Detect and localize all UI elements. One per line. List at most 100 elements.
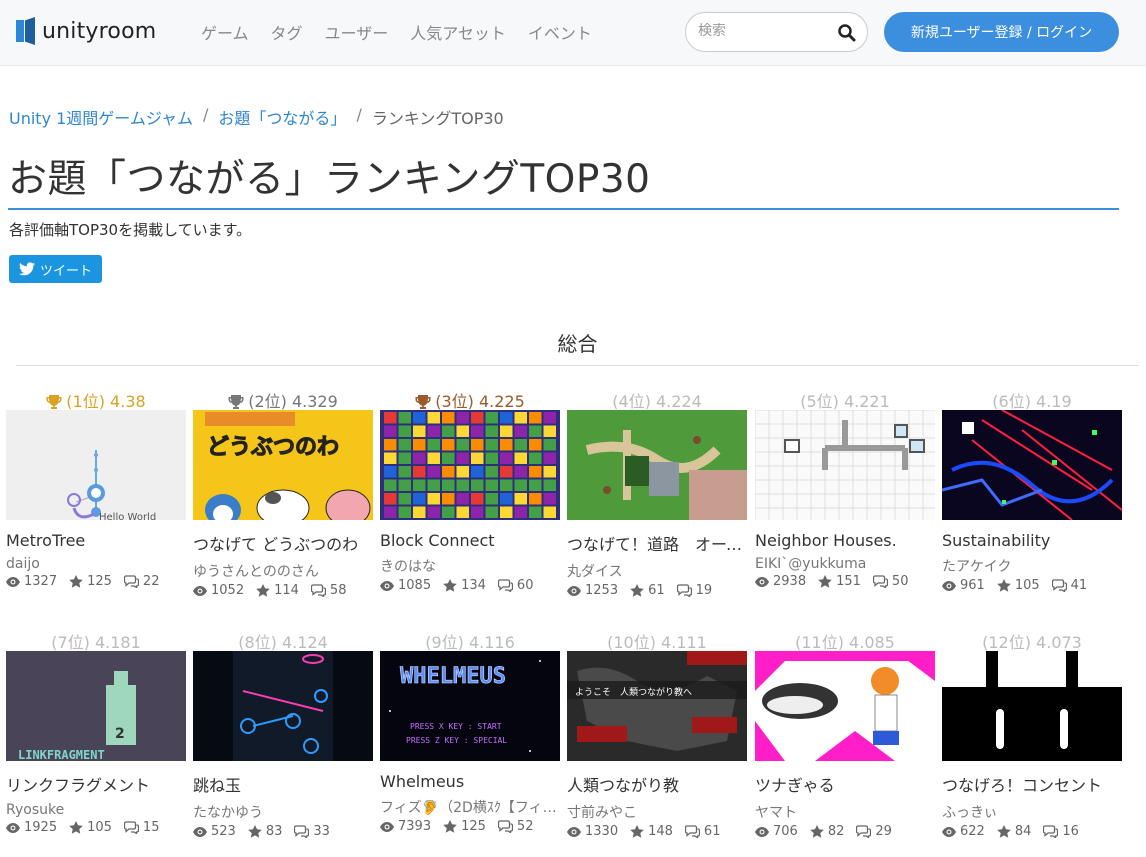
rank-score: (1位) 4.38 (6, 388, 186, 411)
views-count: 1085 (398, 578, 432, 593)
game-card[interactable]: (1位) 4.38 Hello World MetroTree daijo 13… (6, 388, 186, 589)
star-icon (630, 825, 644, 838)
nav-tags[interactable]: タグ (271, 20, 303, 44)
star-icon (997, 825, 1011, 838)
star-icon (69, 575, 83, 588)
game-thumbnail[interactable] (755, 651, 935, 761)
star-icon (630, 584, 644, 597)
game-author[interactable]: 寸前みやこ (567, 802, 747, 822)
game-title[interactable]: 跳ね玉 (193, 772, 373, 796)
nav-events[interactable]: イベント (528, 20, 592, 44)
game-stats: 2938 151 50 (755, 574, 935, 589)
rank-score: (12位) 4.073 (942, 629, 1122, 652)
game-thumbnail[interactable]: Hello World (6, 410, 186, 520)
breadcrumb: Unity 1週間ゲームジャム / お題「つながる」 / ランキングTOP30 (9, 105, 504, 129)
game-card[interactable]: (6位) 4.19 Sustainability たアケイク 961 105 4… (942, 388, 1122, 593)
game-title[interactable]: Neighbor Houses. (755, 531, 935, 550)
game-author[interactable]: Ryosuke (6, 802, 186, 818)
game-author[interactable]: ふっきぃ (942, 802, 1122, 822)
game-card[interactable]: (2位) 4.329 どうぶつのわ つなげて どうぶつのわ ゆうさんとののさん … (193, 388, 373, 598)
star-icon (818, 575, 832, 588)
game-author[interactable]: たアケイク (942, 556, 1122, 576)
nav-users[interactable]: ユーザー (325, 20, 389, 44)
game-title[interactable]: リンクフラグメント (6, 772, 186, 796)
signup-login-button[interactable]: 新規ユーザー登録 / ログイン (884, 12, 1119, 52)
game-title[interactable]: つなげて どうぶつのわ (193, 531, 373, 555)
breadcrumb-separator: / (356, 105, 362, 124)
game-title[interactable]: ツナぎゃる (755, 772, 935, 796)
game-card[interactable]: (7位) 4.181 2 LINKFRAGMENT リンクフラグメント Ryos… (6, 629, 186, 835)
game-card[interactable]: (10位) 4.111 ようこそ 人類つながり教へ 人類つながり教 寸前みやこ … (567, 629, 747, 839)
tweet-button[interactable]: ツイート (9, 255, 102, 283)
game-title[interactable]: MetroTree (6, 531, 186, 550)
game-author[interactable]: きのはな (380, 556, 560, 576)
game-author[interactable]: EIKI`@yukkuma (755, 556, 935, 572)
game-thumbnail[interactable]: どうぶつのわ (193, 410, 373, 520)
stars-count: 105 (1014, 578, 1040, 593)
game-author[interactable]: daijo (6, 556, 186, 572)
game-stats: 1330 148 61 (567, 824, 747, 839)
game-thumbnail[interactable]: ようこそ 人類つながり教へ (567, 651, 747, 761)
game-title[interactable]: Whelmeus (380, 772, 560, 791)
rank-score-text: (6位) 4.19 (992, 392, 1072, 411)
game-author[interactable]: フィズ🦻（2D横ｽｸ【フィズ】 (380, 797, 560, 817)
rank-score: (8位) 4.124 (193, 629, 373, 652)
game-card[interactable]: (9位) 4.116 WHELMEUS PRESS X KEY : START … (380, 629, 560, 834)
game-title[interactable]: 人類つながり教 (567, 772, 747, 796)
views-icon (6, 822, 20, 833)
title-underline (8, 208, 1119, 210)
game-title[interactable]: Block Connect (380, 531, 560, 550)
game-card[interactable]: (11位) 4.085 ツナぎゃる ヤマト 706 82 29 (755, 629, 935, 839)
rank-score-text: (1位) 4.38 (66, 392, 146, 411)
trophy-icon (415, 395, 431, 409)
game-card[interactable]: (5位) 4.221 Neighbor Houses. EIKI`@yukkum… (755, 388, 935, 589)
game-author[interactable]: ヤマト (755, 802, 935, 822)
game-stats: 706 82 29 (755, 824, 935, 839)
breadcrumb-jam[interactable]: Unity 1週間ゲームジャム (9, 105, 193, 129)
section-heading-overall: 総合 (557, 332, 598, 356)
comments-icon (1051, 579, 1067, 592)
stars-count: 83 (265, 824, 283, 839)
game-card[interactable]: (3位) 4.225 Block Connect きのはな 1085 134 6… (380, 388, 560, 593)
game-thumbnail[interactable] (567, 410, 747, 520)
game-title[interactable]: つなげろ！コンセント (942, 772, 1122, 796)
game-thumbnail[interactable] (942, 651, 1122, 761)
game-author[interactable]: たなかゆう (193, 802, 373, 822)
game-author[interactable]: 丸ダイス (567, 561, 747, 581)
section-divider (16, 365, 1139, 366)
nav-games[interactable]: ゲーム (201, 20, 249, 44)
game-stats: 622 84 16 (942, 824, 1122, 839)
nav-assets[interactable]: 人気アセット (410, 20, 506, 44)
game-author[interactable]: ゆうさんとののさん (193, 561, 373, 581)
stars-count: 61 (648, 583, 665, 598)
comments-icon (872, 575, 888, 588)
stars-count: 148 (648, 824, 673, 839)
game-card[interactable]: (4位) 4.224 つなげて！道路 オープンワールド 丸ダイス 1253 61… (567, 388, 747, 598)
game-stats: 1052 114 58 (193, 583, 373, 598)
star-icon (69, 821, 83, 834)
views-icon (380, 580, 394, 591)
site-logo[interactable]: unityroom (16, 16, 156, 46)
views-icon (6, 576, 20, 587)
game-thumbnail[interactable]: 2 LINKFRAGMENT (6, 651, 186, 761)
views-count: 523 (211, 824, 236, 839)
game-card[interactable]: (8位) 4.124 跳ね玉 たなかゆう 523 83 33 (193, 629, 373, 839)
breadcrumb-theme[interactable]: お題「つながる」 (218, 105, 346, 129)
game-thumbnail[interactable]: WHELMEUS PRESS X KEY : START PRESS Z KEY… (380, 651, 560, 761)
search-icon[interactable] (837, 23, 857, 43)
game-card[interactable]: (12位) 4.073 つなげろ！コンセント ふっきぃ 622 84 16 (942, 629, 1122, 839)
comments-count: 22 (142, 574, 160, 589)
game-thumbnail[interactable] (193, 651, 373, 761)
game-thumbnail[interactable] (755, 410, 935, 520)
comments-count: 41 (1070, 578, 1088, 593)
game-thumbnail[interactable] (942, 410, 1122, 520)
views-count: 7393 (398, 819, 432, 834)
game-title[interactable]: Sustainability (942, 531, 1122, 550)
views-count: 1052 (211, 583, 245, 598)
views-count: 1253 (585, 583, 619, 598)
search-input[interactable] (698, 23, 828, 39)
views-count: 961 (960, 578, 985, 593)
game-title[interactable]: つなげて！道路 オープンワールド (567, 531, 747, 555)
comments-icon (856, 825, 872, 838)
game-thumbnail[interactable] (380, 410, 560, 520)
